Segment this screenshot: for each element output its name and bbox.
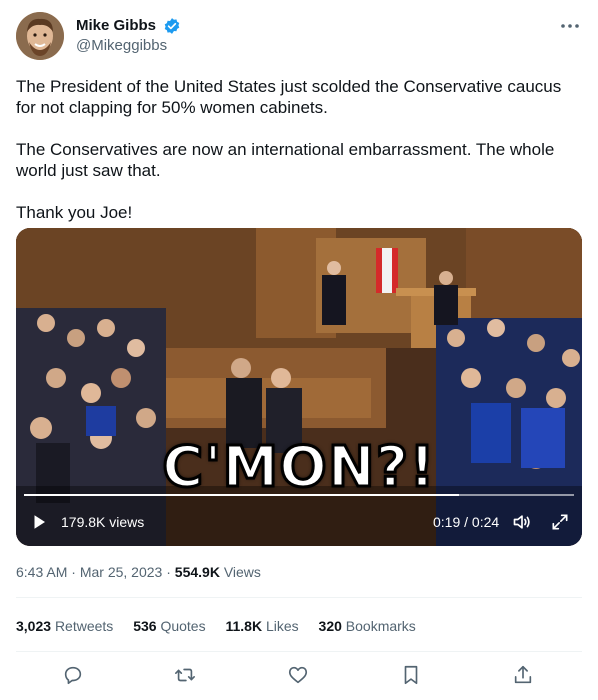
display-name[interactable]: Mike Gibbs [76,16,156,36]
meta-separator: · [166,564,171,580]
stat-bookmarks[interactable]: 320 Bookmarks [319,618,416,634]
stat-retweets[interactable]: 3,023 Retweets [16,618,113,634]
divider [16,597,582,598]
video-time: 0:19 / 0:24 [433,514,500,530]
tweet-time[interactable]: 6:43 AM [16,564,67,580]
share-icon[interactable] [512,664,534,686]
play-icon[interactable] [30,513,48,531]
tweet-date[interactable]: Mar 25, 2023 [80,564,163,580]
video-player[interactable]: C'MON?! 179.8K views 0:19 / 0:24 [16,228,582,546]
views-label: Views [223,564,261,580]
tweet-header: Mike Gibbs @Mikeggibbs [16,12,582,60]
tweet-paragraph: The Conservatives are now an internation… [16,140,555,180]
tweet-text: The President of the United States just … [16,76,582,244]
handle[interactable]: @Mikeggibbs [76,36,181,56]
tweet-paragraph: The President of the United States just … [16,77,562,117]
tweet-actions [16,660,582,692]
video-views: 179.8K views [61,514,145,530]
stat-quotes[interactable]: 536 Quotes [133,618,205,634]
more-icon[interactable] [558,14,582,38]
reply-icon[interactable] [62,664,84,686]
tweet-paragraph: Thank you Joe! [16,203,133,222]
tweet-meta: 6:43 AM · Mar 25, 2023 · 554.9K Views [16,564,261,580]
video-caption: C'MON?! [161,434,436,502]
retweet-icon[interactable] [174,664,196,686]
stat-likes[interactable]: 11.8K Likes [225,618,298,634]
divider [16,651,582,652]
like-icon[interactable] [287,664,309,686]
volume-icon[interactable] [512,512,532,532]
tweet-stats: 3,023 Retweets 536 Quotes 11.8K Likes 32… [16,618,432,634]
video-progress-fill [24,494,459,496]
avatar[interactable] [16,12,64,60]
bookmark-icon[interactable] [400,664,422,686]
verified-badge-icon [165,18,180,34]
video-progress-bar[interactable] [24,494,574,496]
fullscreen-icon[interactable] [550,512,570,532]
views-count[interactable]: 554.9K [175,564,220,580]
meta-separator: · [71,564,76,580]
